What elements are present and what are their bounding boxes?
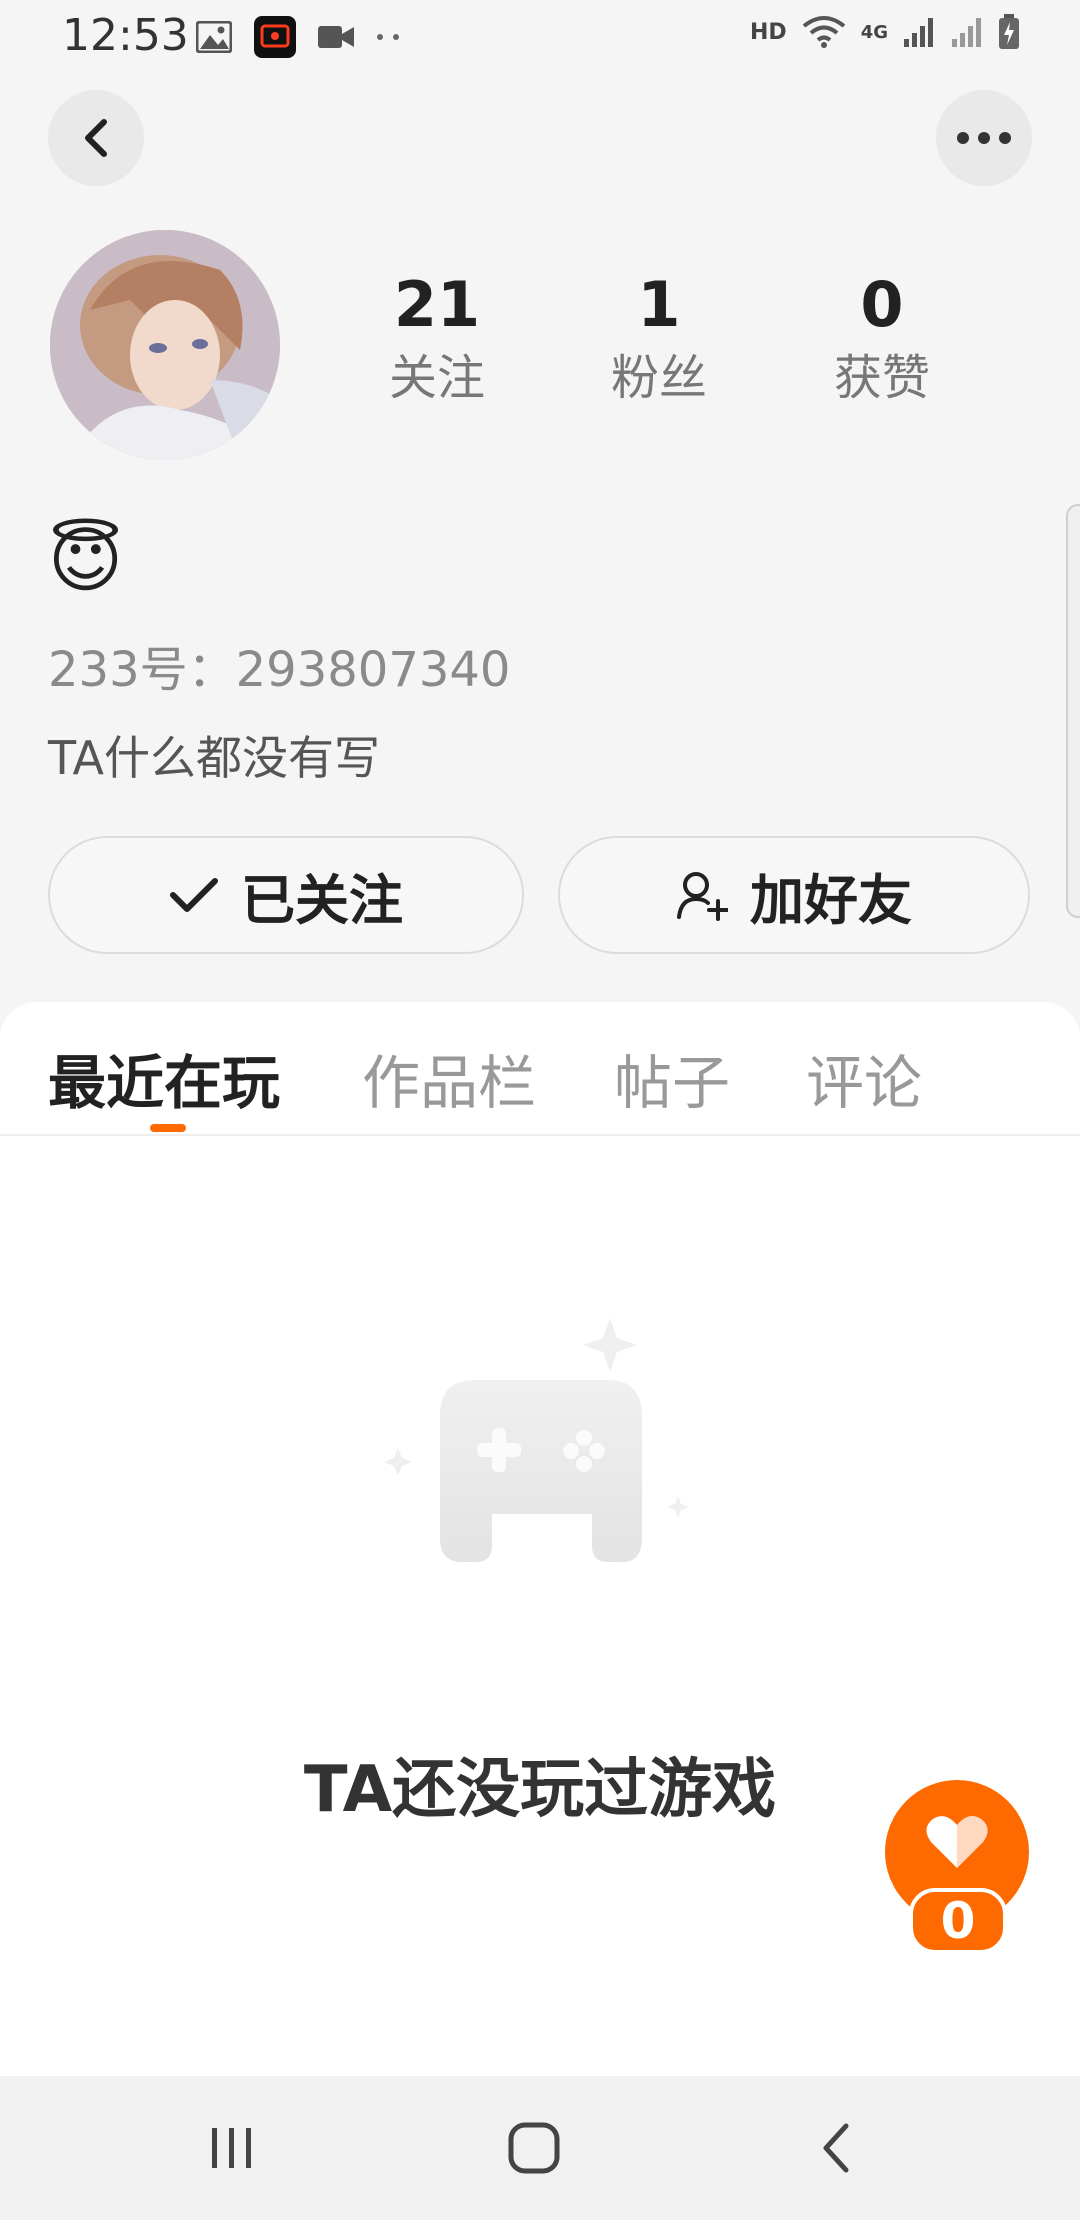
like-floating-button[interactable]: 0 bbox=[885, 1780, 1029, 1954]
following-count: 21 bbox=[393, 268, 481, 341]
tab-comments[interactable]: 评论 bbox=[806, 1036, 922, 1120]
fans-stat[interactable]: 1 粉丝 bbox=[579, 270, 739, 410]
person-add-icon bbox=[677, 872, 728, 921]
back-button[interactable] bbox=[48, 90, 144, 186]
status-system-icons: HD 4G bbox=[750, 14, 1020, 50]
network-type: 4G bbox=[860, 21, 888, 43]
status-notification-icons bbox=[196, 16, 400, 58]
like-count-badge: 0 bbox=[909, 1888, 1007, 1954]
game-controller-icon bbox=[384, 1318, 689, 1562]
tab-works[interactable]: 作品栏 bbox=[362, 1036, 536, 1120]
add-friend-label: 加好友 bbox=[750, 868, 912, 932]
following-label: 关注 bbox=[388, 350, 485, 406]
screen-recorder-icon bbox=[254, 16, 296, 58]
status-bar: 12:53 HD 4G bbox=[0, 0, 1080, 70]
status-time: 12:53 bbox=[62, 10, 189, 61]
check-icon bbox=[170, 878, 218, 912]
system-nav-bar bbox=[0, 2076, 1080, 2220]
side-panel-handle[interactable] bbox=[1066, 504, 1080, 918]
hd-label: HD bbox=[750, 19, 787, 45]
back-arrow-icon bbox=[85, 119, 107, 157]
battery-charging-icon bbox=[999, 14, 1019, 49]
tab-recently-played[interactable]: 最近在玩 bbox=[48, 1036, 280, 1120]
tab-posts[interactable]: 帖子 bbox=[614, 1036, 730, 1120]
user-bio: TA什么都没有写 bbox=[48, 731, 380, 785]
more-dots-icon bbox=[957, 132, 1011, 144]
profile-screen: 12:53 HD 4G 21 关注 1 粉丝 0 获赞 😇 233号：29380… bbox=[0, 0, 1080, 2220]
more-notifications-icon bbox=[377, 34, 399, 40]
recent-apps-icon[interactable] bbox=[200, 2116, 264, 2180]
signal-strength-2-icon bbox=[952, 18, 981, 47]
likes-count: 0 bbox=[860, 268, 904, 341]
avatar[interactable] bbox=[50, 230, 280, 460]
video-camera-icon bbox=[318, 26, 354, 48]
home-icon[interactable] bbox=[502, 2116, 566, 2180]
likes-label: 获赞 bbox=[833, 350, 930, 406]
fans-count: 1 bbox=[637, 268, 681, 341]
gallery-icon bbox=[196, 21, 232, 53]
nav-back-icon[interactable] bbox=[806, 2116, 870, 2180]
active-tab-indicator bbox=[150, 1124, 186, 1132]
following-button-label: 已关注 bbox=[241, 868, 403, 932]
likes-stat[interactable]: 0 获赞 bbox=[802, 270, 962, 410]
add-friend-button[interactable]: 加好友 bbox=[558, 836, 1030, 954]
more-options-button[interactable] bbox=[936, 90, 1032, 186]
avatar-image bbox=[50, 230, 280, 460]
following-stat[interactable]: 21 关注 bbox=[357, 270, 517, 410]
user-id: 233号：293807340 bbox=[48, 642, 511, 698]
profile-tabs: 最近在玩 作品栏 帖子 评论 bbox=[0, 1002, 1080, 1136]
signal-strength-icon bbox=[904, 18, 933, 47]
fans-label: 粉丝 bbox=[610, 350, 707, 406]
profile-emoji: 😇 bbox=[48, 518, 124, 602]
wifi-icon bbox=[802, 16, 845, 48]
heart-icon bbox=[926, 1816, 988, 1868]
following-button[interactable]: 已关注 bbox=[48, 836, 524, 954]
